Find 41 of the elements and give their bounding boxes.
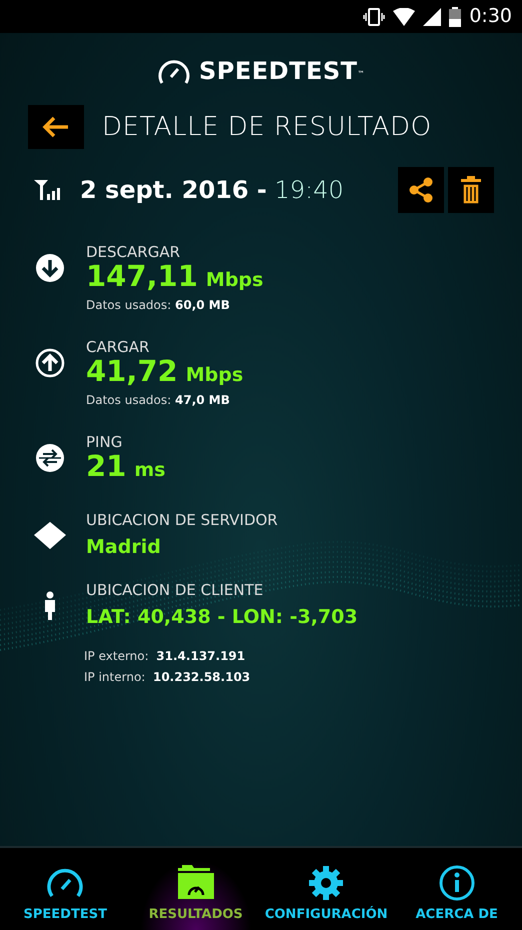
result-datetime: 2 sept. 2016 - 19:40 — [80, 175, 345, 206]
metric-unit: ms — [134, 460, 166, 481]
metric-label: CARGAR — [86, 338, 150, 356]
ping-icon — [35, 442, 65, 473]
upload-icon — [35, 348, 65, 378]
person-icon — [44, 591, 56, 620]
nav-tab[interactable]: ACERCA DE — [392, 848, 522, 930]
battery-icon — [449, 6, 462, 26]
location-label: UBICACION DE SERVIDOR — [86, 510, 278, 529]
ip-address-text: IP externo: 31.4.137.191 — [84, 648, 246, 665]
server-icon — [34, 520, 66, 550]
download-icon — [35, 253, 65, 283]
signal-icon — [423, 8, 442, 26]
metric-label: PING — [86, 432, 124, 451]
ip-address-text: IP interno: 10.232.58.103 — [84, 669, 252, 686]
metric-value: 41,72 — [86, 356, 178, 388]
share-icon — [409, 177, 433, 203]
data-used-text: Datos usados: 60,0 MB — [86, 296, 231, 314]
logo-text: SPEEDTEST$^{™}$ — [198, 56, 365, 87]
info-icon — [436, 864, 477, 900]
metric-label: DESCARGAR — [86, 243, 182, 261]
page-title: DETALLE DE RESULTADO — [102, 110, 432, 144]
back-button[interactable] — [28, 105, 84, 149]
metric-unit: Mbps — [206, 270, 264, 291]
nav-tab[interactable]: CONFIGURACIÓN — [261, 848, 392, 930]
location-label: UBICACION DE CLIENTE — [86, 581, 264, 600]
metric-unit: Mbps — [186, 364, 244, 386]
delete-button[interactable] — [448, 167, 494, 213]
metric-value: 147,11 — [86, 261, 198, 293]
vibrate-icon — [363, 6, 386, 28]
nav-tab[interactable]: SPEEDTEST — [0, 848, 130, 930]
location-value: LAT: 40,438 - LON: -3,703 — [86, 605, 358, 630]
share-button[interactable] — [398, 167, 444, 213]
data-used-text: Datos usados: 47,0 MB — [86, 392, 231, 409]
clock-time: 0:30 — [469, 4, 512, 30]
trash-icon — [461, 176, 481, 204]
location-value: Madrid — [86, 534, 162, 560]
metric-value: 21 — [86, 450, 126, 483]
folder-gauge-icon — [176, 864, 216, 900]
wifi-icon — [393, 8, 416, 26]
back-arrow-icon — [42, 116, 70, 138]
